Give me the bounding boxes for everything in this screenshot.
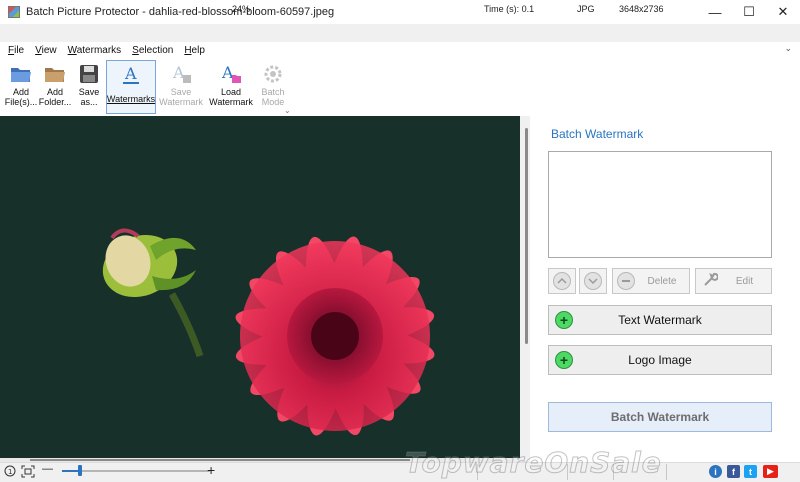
save-as-button[interactable]: Save as... — [72, 60, 106, 114]
status-separator — [666, 464, 667, 480]
load-watermark-icon: A — [220, 63, 242, 85]
toolbar-more-icon[interactable]: ⌄ — [284, 106, 291, 115]
load-watermark-label-1: Load — [220, 87, 242, 97]
batch-mode-label-2: Mode — [261, 97, 285, 107]
menu-selection[interactable]: Selection — [132, 45, 173, 56]
zoom-slider-thumb[interactable] — [78, 465, 82, 476]
zoom-out-button[interactable]: — — [42, 463, 53, 475]
menu-watermarks[interactable]: Watermarks — [68, 45, 122, 56]
text-watermark-label: Text Watermark — [618, 313, 702, 327]
plus-icon: + — [555, 351, 573, 369]
menu-view[interactable]: View — [35, 45, 57, 56]
delete-label: Delete — [647, 275, 677, 287]
zoom-level: 24% — [232, 4, 251, 14]
watermarks-button[interactable]: A Watermarks — [106, 60, 156, 114]
svg-text:1: 1 — [8, 468, 12, 476]
svg-text:A: A — [124, 64, 137, 83]
app-icon — [8, 6, 20, 18]
open-folder-blue-icon — [10, 63, 32, 85]
edit-button[interactable]: Edit — [695, 268, 772, 294]
batch-watermark-button[interactable]: Batch Watermark — [548, 402, 772, 432]
maximize-button[interactable]: ☐ — [732, 0, 766, 24]
add-folder-button[interactable]: Add Folder... — [38, 60, 72, 114]
image-format: JPG — [577, 4, 595, 14]
minimize-button[interactable]: — — [698, 0, 732, 24]
move-down-button[interactable] — [579, 268, 607, 294]
folder-icon — [44, 63, 66, 85]
window-title: Batch Picture Protector - dahlia-red-blo… — [26, 6, 335, 18]
menu-bar: File View Watermarks Selection Help ⌄ — [0, 42, 800, 58]
delete-button[interactable]: Delete — [612, 268, 690, 294]
zoom-in-button[interactable]: + — [207, 462, 215, 478]
twitter-icon[interactable]: t — [744, 465, 757, 478]
info-icon[interactable]: i — [709, 465, 722, 478]
text-watermark-button[interactable]: + Text Watermark — [548, 305, 772, 335]
toolbar: Add File(s)... Add Folder... Save as... … — [0, 58, 800, 116]
menu-collapse-icon[interactable]: ⌄ — [784, 43, 792, 54]
add-files-button[interactable]: Add File(s)... — [4, 60, 38, 114]
add-folder-label-1: Add — [46, 87, 63, 97]
save-watermark-label-2: Watermark — [159, 97, 203, 107]
logo-image-button[interactable]: + Logo Image — [548, 345, 772, 375]
watermarks-label: Watermarks — [106, 94, 156, 104]
add-folder-label-2: Folder... — [38, 97, 72, 107]
chevron-up-icon — [553, 272, 571, 290]
site-watermark-overlay: TopwareOnSale — [405, 446, 662, 480]
image-dimensions: 3648x2736 — [619, 4, 664, 14]
add-files-label-2: File(s)... — [4, 97, 38, 107]
load-watermark-button[interactable]: A Load Watermark — [206, 60, 256, 114]
batch-mode-label-1: Batch — [261, 87, 285, 97]
title-bar: Batch Picture Protector - dahlia-red-blo… — [0, 0, 800, 24]
image-canvas[interactable] — [0, 116, 520, 460]
panel-title: Batch Watermark — [551, 127, 644, 141]
youtube-icon[interactable]: ▶ — [763, 465, 778, 478]
vertical-scroll-thumb[interactable] — [525, 128, 528, 344]
save-as-label-2: as... — [80, 97, 98, 107]
close-button[interactable]: ✕ — [766, 0, 800, 24]
status-bar — [0, 462, 800, 482]
edit-label: Edit — [735, 275, 754, 287]
time-readout: Time (s): 0.1 — [484, 4, 535, 14]
wrench-icon — [702, 272, 719, 291]
horizontal-scroll-thumb[interactable] — [30, 459, 410, 461]
watermark-list[interactable] — [548, 151, 772, 258]
zoom-actual-size-icon[interactable]: 1 — [4, 465, 17, 481]
save-watermark-label-1: Save — [170, 87, 192, 97]
chevron-down-icon — [584, 272, 602, 290]
window-controls: — ☐ ✕ — [698, 0, 800, 24]
text-a-icon: A — [120, 64, 142, 86]
load-watermark-label-2: Watermark — [209, 97, 253, 107]
facebook-icon[interactable]: f — [727, 465, 740, 478]
save-watermark-icon: A — [170, 63, 192, 85]
minus-icon — [617, 272, 635, 290]
gear-icon — [262, 63, 284, 85]
save-watermark-button[interactable]: A Save Watermark — [156, 60, 206, 114]
logo-image-label: Logo Image — [628, 353, 692, 367]
move-up-button[interactable] — [548, 268, 576, 294]
dahlia-photo — [102, 228, 435, 436]
menu-help[interactable]: Help — [184, 45, 205, 56]
plus-icon: + — [555, 311, 573, 329]
save-as-label-1: Save — [78, 87, 100, 97]
menu-file[interactable]: File — [8, 45, 24, 56]
zoom-slider[interactable] — [62, 470, 210, 472]
floppy-disk-icon — [78, 63, 100, 85]
add-files-label-1: Add — [12, 87, 29, 97]
fit-to-window-icon[interactable] — [21, 465, 35, 481]
